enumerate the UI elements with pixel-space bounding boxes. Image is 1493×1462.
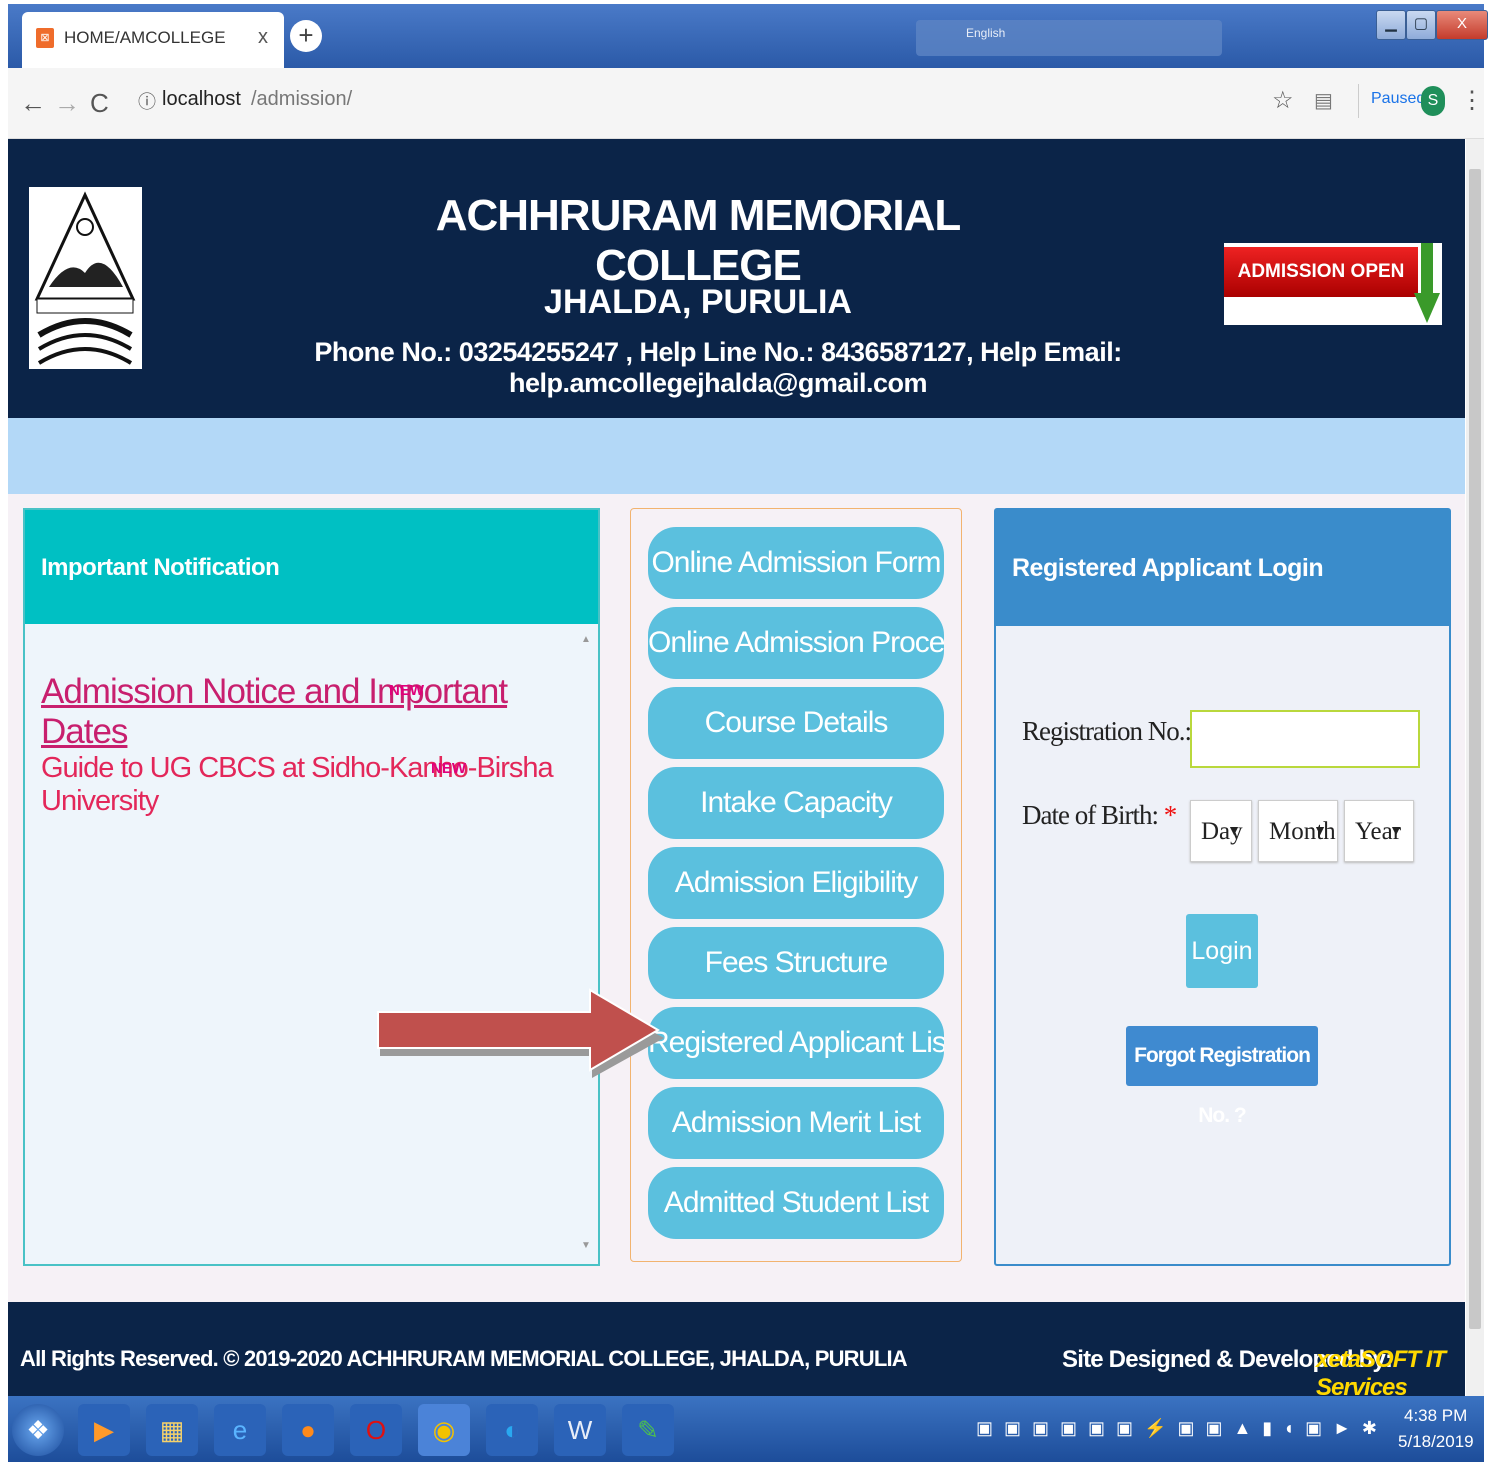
login-button[interactable]: Login xyxy=(1186,914,1258,988)
window-controls: ▁ ▢ X xyxy=(1376,10,1488,40)
url-path: /admission/ xyxy=(251,88,353,110)
minimize-button[interactable]: ▁ xyxy=(1376,10,1406,40)
login-panel: Registered Applicant Login Registration … xyxy=(994,508,1451,1266)
developer-link[interactable]: xetaSOFT IT Services xyxy=(1316,1346,1465,1402)
menu-online-admission-form[interactable]: Online Admission Form xyxy=(648,527,944,599)
browser-toolbar: ← → C ⓘ localhost /admission/ ☆ ▤ Paused… xyxy=(8,68,1484,139)
page-subtitle: JHALDA, PURULIA xyxy=(544,283,852,321)
new-badge: NEW xyxy=(389,682,424,699)
login-title: Registered Applicant Login xyxy=(1012,554,1324,582)
language-label: English xyxy=(966,26,1006,40)
new-tab-button[interactable]: + xyxy=(290,20,322,52)
admission-open-label: ADMISSION OPEN xyxy=(1224,247,1418,297)
avatar: S xyxy=(1421,86,1445,116)
dropdown-arrow-icon: ▼ xyxy=(1389,824,1403,839)
menu-admission-eligibility[interactable]: Admission Eligibility xyxy=(648,847,944,919)
college-logo xyxy=(29,187,142,369)
maximize-button[interactable]: ▢ xyxy=(1406,10,1436,40)
menu-admission-merit-list[interactable]: Admission Merit List xyxy=(648,1087,944,1159)
notice-link-admission[interactable]: Admission Notice and Important Dates xyxy=(41,672,598,752)
notification-header: Important Notification xyxy=(25,510,598,624)
forward-icon[interactable]: → xyxy=(54,88,80,119)
word-icon[interactable]: W xyxy=(554,1404,606,1456)
scroll-down-icon[interactable]: ▼ xyxy=(581,1240,591,1251)
forgot-registration-button[interactable]: Forgot Registration No. ? xyxy=(1126,1026,1318,1127)
clock-time[interactable]: 4:38 PM xyxy=(1404,1406,1467,1426)
tab-title: HOME/AMCOLLEGE xyxy=(64,28,226,47)
paused-label: Paused xyxy=(1371,90,1426,107)
dob-label: Date of Birth: * xyxy=(1022,800,1177,831)
chrome-icon[interactable]: ◉ xyxy=(418,1404,470,1456)
admission-menu: Online Admission Form Online Admission P… xyxy=(630,508,962,1262)
notice-link-cbcs-guide[interactable]: Guide to UG CBCS at Sidho-Kanho-Birsha U… xyxy=(41,752,598,818)
menu-admitted-student-list[interactable]: Admitted Student List xyxy=(648,1167,944,1239)
address-bar[interactable]: ⓘ localhost /admission/ xyxy=(132,82,1252,122)
tab-close-button[interactable]: x xyxy=(258,26,268,49)
reload-icon[interactable]: C xyxy=(90,88,109,119)
site-footer: All Rights Reserved. © 2019-2020 ACHHRUR… xyxy=(8,1302,1465,1401)
dob-label-text: Date of Birth: xyxy=(1022,800,1159,830)
menu-dots-icon[interactable]: ⋮ xyxy=(1460,86,1484,115)
info-icon[interactable]: ⓘ xyxy=(138,88,156,114)
registration-label-text: Registration No.: xyxy=(1022,716,1192,746)
year-select[interactable]: Year ▼ xyxy=(1344,800,1414,862)
menu-intake-capacity[interactable]: Intake Capacity xyxy=(648,767,944,839)
profile-chip[interactable]: Paused S xyxy=(1358,84,1449,118)
registration-input[interactable] xyxy=(1190,710,1420,768)
page-title: ACHHRURAM MEMORIAL COLLEGE xyxy=(435,191,962,290)
close-window-button[interactable]: X xyxy=(1436,10,1488,40)
main-content: Important Notification Admission Notice … xyxy=(8,494,1465,1302)
scrollbar-thumb[interactable] xyxy=(1469,169,1481,1329)
url-host: localhost xyxy=(162,88,241,110)
copyright-text: All Rights Reserved. © 2019-2020 ACHHRUR… xyxy=(20,1346,908,1371)
firefox-icon[interactable]: ● xyxy=(282,1404,334,1456)
app-icon[interactable]: ◐ xyxy=(486,1404,538,1456)
page-scrollbar[interactable] xyxy=(1466,139,1484,1396)
month-select[interactable]: Month ▼ xyxy=(1258,800,1338,862)
internet-explorer-icon[interactable]: e xyxy=(214,1404,266,1456)
file-explorer-icon[interactable]: ▦ xyxy=(146,1404,198,1456)
annotation-arrow-icon xyxy=(377,988,664,1078)
scroll-up-icon[interactable]: ▲ xyxy=(581,634,591,645)
dropdown-arrow-icon: ▼ xyxy=(1313,824,1327,839)
menu-online-admission-procedure[interactable]: Online Admission Procedure xyxy=(648,607,944,679)
day-select[interactable]: Day ▼ xyxy=(1190,800,1252,862)
down-arrow-icon xyxy=(1414,243,1440,323)
media-player-icon[interactable]: ▶ xyxy=(78,1404,130,1456)
login-header: Registered Applicant Login xyxy=(996,510,1449,626)
header-subbar xyxy=(8,418,1465,494)
bookmark-star-icon[interactable]: ☆ xyxy=(1272,86,1294,115)
system-tray-icons[interactable]: ▣ ▣ ▣ ▣ ▣ ▣ ⚡ ▣ ▣ ▲ ▮ ◖ ▣ ► ✱ xyxy=(976,1418,1380,1439)
notification-title: Important Notification xyxy=(41,554,280,581)
site-header: ACHHRURAM MEMORIAL COLLEGE JHALDA, PURUL… xyxy=(8,139,1465,418)
opera-icon[interactable]: O xyxy=(350,1404,402,1456)
xampp-icon: ⊠ xyxy=(36,28,54,48)
required-mark: * xyxy=(1163,800,1177,830)
menu-fees-structure[interactable]: Fees Structure xyxy=(648,927,944,999)
browser-titlebar: ⊠ HOME/AMCOLLEGE x + English ▁ ▢ X xyxy=(8,4,1488,68)
menu-registered-applicant-list[interactable]: Registered Applicant List xyxy=(648,1007,944,1079)
language-bar xyxy=(916,20,1222,56)
menu-course-details[interactable]: Course Details xyxy=(648,687,944,759)
notification-scrollbar[interactable]: ▲ ▼ xyxy=(581,634,593,1256)
new-badge: NEW xyxy=(431,760,466,777)
notification-panel: Important Notification Admission Notice … xyxy=(23,508,600,1266)
start-button-icon[interactable]: ❖ xyxy=(12,1404,64,1456)
windows-taskbar: ❖ ▶ ▦ e ● O ◉ ◐ W ✎ ▣ ▣ ▣ ▣ ▣ ▣ ⚡ ▣ ▣ ▲ … xyxy=(8,1396,1484,1462)
admission-open-banner[interactable]: ADMISSION OPEN xyxy=(1224,243,1442,325)
browser-tab[interactable]: ⊠ HOME/AMCOLLEGE x xyxy=(22,12,284,68)
paint-icon[interactable]: ✎ xyxy=(622,1404,674,1456)
clock-date[interactable]: 5/18/2019 xyxy=(1398,1432,1474,1452)
registration-label: Registration No.: * xyxy=(1022,716,1210,747)
back-icon[interactable]: ← xyxy=(20,88,46,119)
dropdown-arrow-icon: ▼ xyxy=(1227,824,1241,839)
extension-icon[interactable]: ▤ xyxy=(1314,88,1333,113)
contact-info: Phone No.: 03254255247 , Help Line No.: … xyxy=(314,337,1122,398)
